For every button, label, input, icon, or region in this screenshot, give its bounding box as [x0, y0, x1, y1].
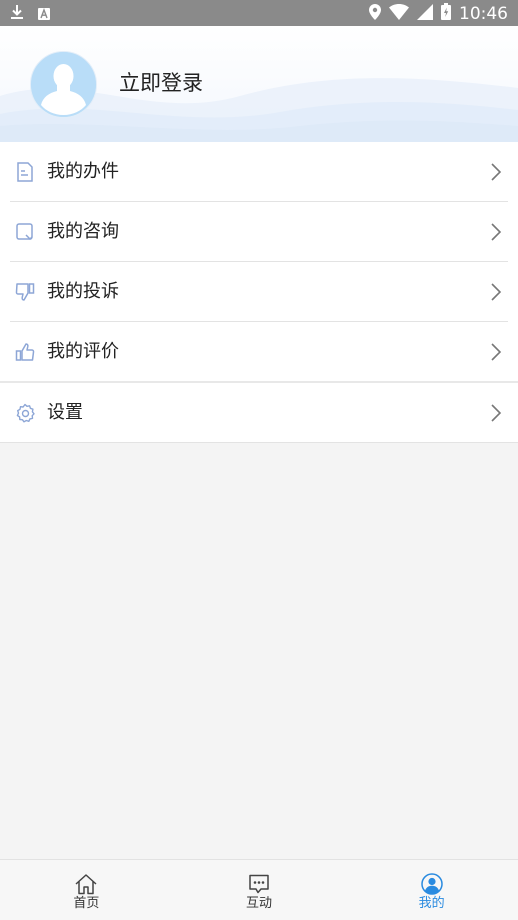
document-icon: [14, 161, 36, 183]
menu-item-label: 设置: [47, 401, 83, 423]
thumbs-up-icon: [14, 341, 36, 363]
menu-item-settings[interactable]: 设置: [10, 383, 508, 442]
chevron-right-icon: [491, 403, 502, 422]
menu-bottom-divider: [0, 442, 518, 443]
chevron-right-icon: [491, 162, 502, 181]
tab-label: 我的: [418, 896, 445, 911]
tab-label: 首页: [73, 896, 100, 911]
chevron-right-icon: [491, 282, 502, 301]
menu-item-my-complaints[interactable]: 我的投诉: [10, 262, 508, 322]
gear-icon: [14, 402, 36, 424]
download-icon: [10, 4, 24, 24]
menu-list: 我的办件 我的咨询 我的投诉 我的评价 设置: [0, 142, 518, 443]
bottom-tab-bar: 首页 互动 我的: [0, 859, 518, 920]
menu-item-my-cases[interactable]: 我的办件: [10, 142, 508, 202]
menu-item-my-reviews[interactable]: 我的评价: [10, 322, 508, 381]
menu-item-label: 我的咨询: [47, 220, 119, 242]
login-link[interactable]: 立即登录: [119, 70, 203, 96]
status-left-icons: [10, 4, 50, 24]
battery-icon: [441, 3, 451, 24]
status-time: 10:46: [459, 3, 508, 24]
thumbs-down-icon: [14, 281, 36, 303]
a-notification-icon: [38, 5, 50, 24]
user-icon: [420, 873, 444, 895]
tab-interaction[interactable]: 互动: [173, 860, 346, 920]
consult-icon: [14, 221, 36, 243]
tab-label: 互动: [246, 896, 273, 911]
wifi-icon: [389, 3, 409, 24]
menu-item-label: 我的评价: [47, 340, 119, 362]
menu-item-label: 我的办件: [47, 160, 119, 182]
profile-header: 立即登录: [0, 26, 518, 142]
tab-mine[interactable]: 我的: [345, 860, 518, 920]
menu-item-my-consultations[interactable]: 我的咨询: [10, 202, 508, 262]
chevron-right-icon: [491, 342, 502, 361]
location-icon: [369, 3, 381, 24]
home-icon: [74, 873, 98, 895]
menu-item-label: 我的投诉: [47, 280, 119, 302]
status-bar: 10:46: [0, 0, 518, 26]
message-icon: [247, 873, 271, 895]
user-avatar-icon[interactable]: [30, 51, 97, 118]
signal-icon: [417, 3, 433, 24]
chevron-right-icon: [491, 222, 502, 241]
tab-home[interactable]: 首页: [0, 860, 173, 920]
status-right-icons: 10:46: [369, 3, 508, 24]
